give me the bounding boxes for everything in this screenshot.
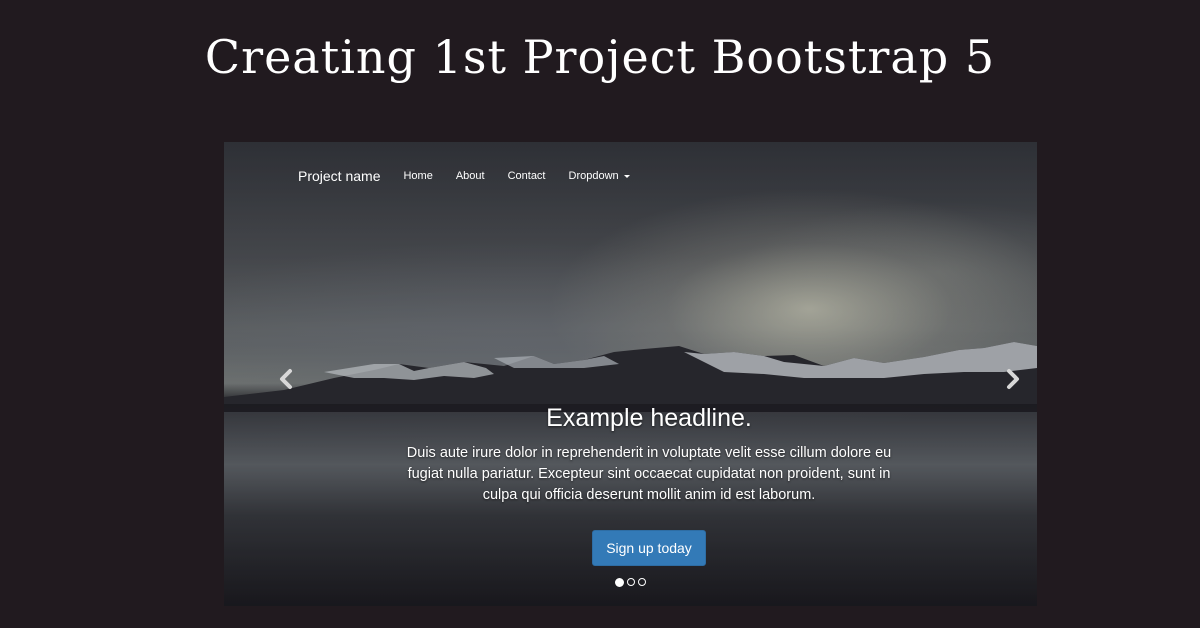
chevron-left-icon bbox=[280, 369, 292, 389]
website-screenshot: Project name Home About Contact Dropdown… bbox=[224, 142, 1037, 606]
carousel-body-text: Duis aute irure dolor in reprehenderit i… bbox=[406, 445, 892, 503]
nav-link-label: About bbox=[455, 170, 485, 182]
carousel-caption: Example headline. Duis aute irure dolor … bbox=[394, 404, 904, 566]
nav-link-about[interactable]: About bbox=[456, 170, 485, 182]
carousel-indicator-2[interactable] bbox=[627, 578, 635, 586]
caret-down-icon bbox=[623, 174, 630, 178]
nav-link-label: Contact bbox=[507, 170, 546, 182]
nav-link-label: Dropdown bbox=[568, 170, 619, 182]
nav-dropdown-toggle[interactable]: Dropdown bbox=[569, 170, 630, 182]
carousel-headline: Example headline. bbox=[546, 404, 752, 432]
carousel-indicators bbox=[224, 578, 1037, 587]
nav-link-contact[interactable]: Contact bbox=[508, 170, 546, 182]
page-title: Creating 1st Project Bootstrap 5 bbox=[204, 30, 996, 84]
navbar-brand[interactable]: Project name bbox=[298, 168, 380, 184]
carousel-next-button[interactable] bbox=[1001, 368, 1023, 390]
navbar: Project name Home About Contact Dropdown bbox=[298, 164, 653, 188]
carousel-indicator-1[interactable] bbox=[615, 578, 624, 587]
chevron-right-icon bbox=[1007, 369, 1019, 389]
carousel-indicator-3[interactable] bbox=[638, 578, 646, 586]
carousel-prev-button[interactable] bbox=[276, 368, 298, 390]
nav-link-home[interactable]: Home bbox=[403, 170, 432, 182]
sign-up-button[interactable]: Sign up today bbox=[592, 530, 706, 566]
nav-link-label: Home bbox=[403, 170, 433, 182]
